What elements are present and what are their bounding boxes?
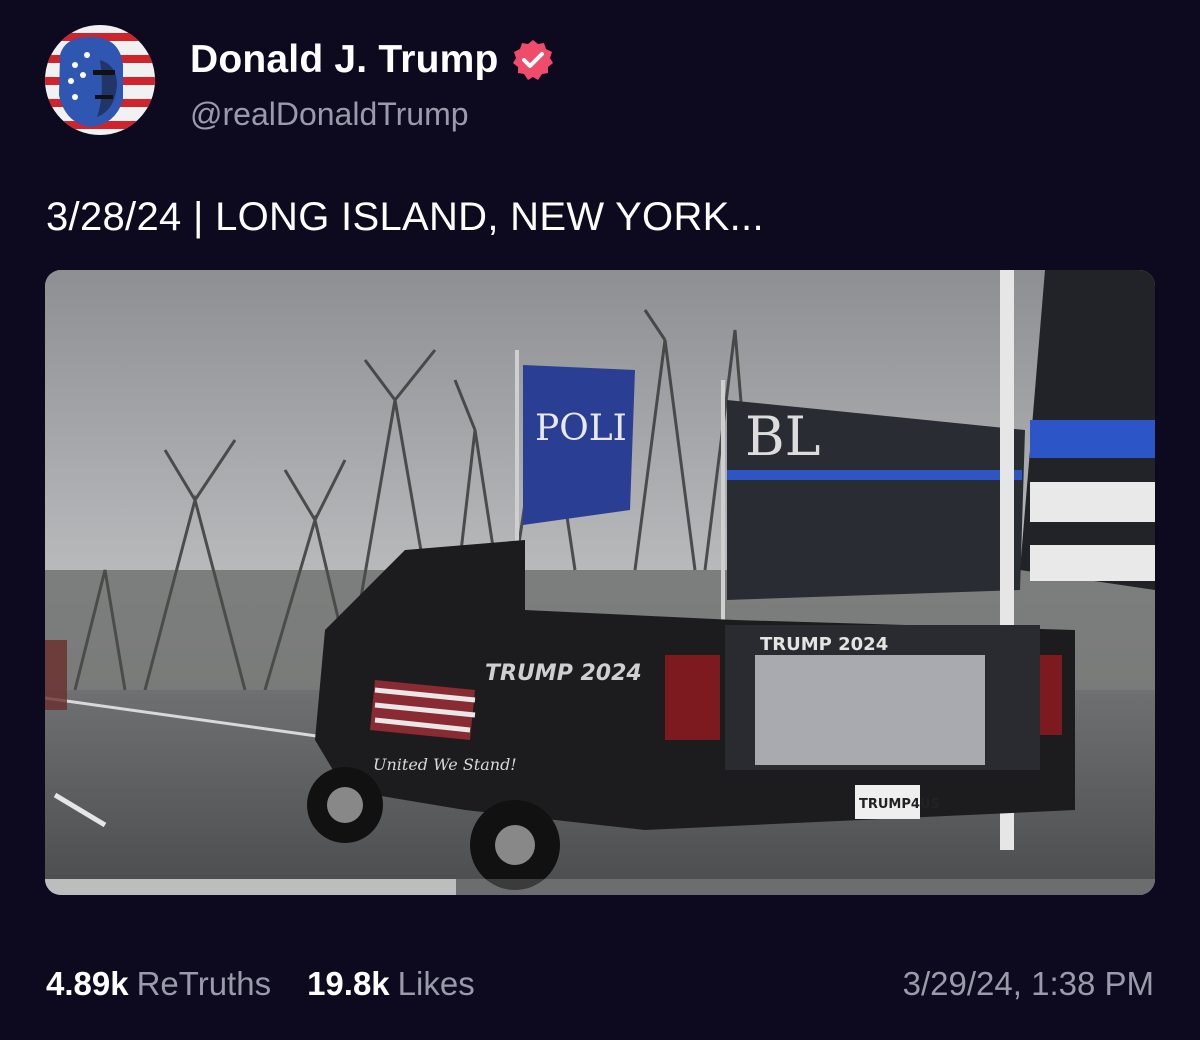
- likes-label: Likes: [397, 965, 475, 1002]
- avatar[interactable]: [45, 25, 155, 135]
- retruths-stat[interactable]: 4.89k ReTruths: [46, 965, 271, 1003]
- license-plate-text: TRUMP4US: [859, 797, 940, 812]
- name-row: Donald J. Trump: [190, 38, 555, 82]
- post-timestamp[interactable]: 3/29/24, 1:38 PM: [903, 965, 1154, 1003]
- retruths-label: ReTruths: [136, 965, 272, 1002]
- flag-portrait-avatar-icon: [45, 25, 155, 135]
- door-script-text: United We Stand!: [373, 755, 517, 774]
- door-text: TRUMP 2024: [485, 661, 642, 686]
- post-video[interactable]: POLI BL TRUMP 2024 TRUMP 2024 United We …: [45, 270, 1155, 895]
- handle[interactable]: @realDonaldTrump: [190, 96, 469, 133]
- likes-stat[interactable]: 19.8k Likes: [307, 965, 475, 1003]
- post-stats: 4.89k ReTruths 19.8k Likes: [46, 965, 475, 1003]
- truth-post: Donald J. Trump @realDonaldTrump 3/28/24…: [0, 0, 1200, 1040]
- tailgate-banner-text: TRUMP 2024: [760, 634, 888, 655]
- verified-badge-icon: [511, 38, 555, 82]
- display-name[interactable]: Donald J. Trump: [190, 38, 499, 82]
- flag-right-text: BL: [745, 405, 821, 468]
- likes-count: 19.8k: [307, 965, 390, 1002]
- retruths-count: 4.89k: [46, 965, 129, 1002]
- flag-left-text: POLI: [535, 408, 627, 449]
- video-frame: POLI BL TRUMP 2024 TRUMP 2024 United We …: [45, 270, 1155, 895]
- post-text: 3/28/24 | LONG ISLAND, NEW YORK...: [46, 195, 764, 239]
- video-progress-fill: [45, 879, 456, 895]
